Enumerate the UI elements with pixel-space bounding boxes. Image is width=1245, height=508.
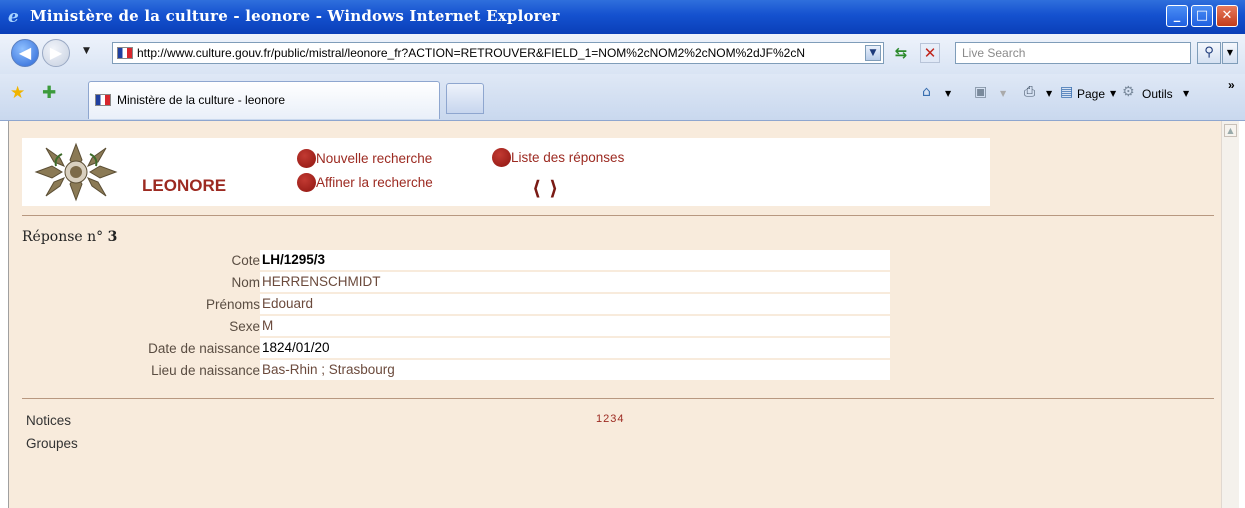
refresh-icon[interactable]: ⇆ (890, 44, 912, 64)
window-title: Ministère de la culture - leonore - Wind… (30, 7, 560, 25)
tab-command-bar: ★ ✚ Ministère de la culture - leonore ⌂ … (0, 74, 1245, 121)
field-row-cote: Cote (9, 250, 260, 271)
pagination: 1234 (596, 413, 625, 425)
field-value-date-naissance: 1824/01/20 (260, 338, 890, 358)
refine-search-link[interactable]: Affiner la recherche (297, 173, 433, 192)
bullet-icon (297, 173, 316, 192)
print-dropdown-icon[interactable]: ▼ (1046, 89, 1052, 98)
tools-gear-icon[interactable]: ⚙ (1122, 84, 1135, 100)
field-row-lieu-naissance: Lieu de naissance (9, 360, 260, 381)
page-icon[interactable]: ▤ (1060, 84, 1073, 100)
tab-flag-icon (95, 94, 111, 106)
tools-menu[interactable]: Outils (1142, 87, 1173, 101)
field-value-prenoms: Edouard (260, 294, 890, 314)
groupes-link[interactable]: Groupes (26, 436, 78, 451)
new-search-link[interactable]: Nouvelle recherche (297, 149, 432, 168)
page-link-4[interactable]: 4 (617, 413, 624, 425)
notices-link[interactable]: Notices (26, 413, 71, 428)
field-value-nom: HERRENSCHMIDT (260, 272, 890, 292)
field-label: Prénoms (205, 297, 260, 312)
field-row-date-naissance: Date de naissance (9, 338, 260, 359)
legion-honneur-logo-icon (34, 142, 118, 202)
scroll-up-icon[interactable]: ▲ (1224, 124, 1237, 137)
divider (22, 398, 1214, 399)
response-heading: Réponse n° 3 (22, 229, 117, 245)
page-dropdown-icon[interactable]: ▼ (1110, 89, 1116, 98)
bullet-icon (492, 148, 511, 167)
field-value-lieu-naissance: Bas-Rhin ; Strasbourg (260, 360, 890, 380)
field-row-prenoms: Prénoms (9, 294, 260, 315)
response-label: Réponse n° (22, 229, 104, 245)
result-list-label[interactable]: Liste des réponses (511, 150, 624, 165)
result-navigation: ⟨⟩ (532, 176, 566, 200)
more-chevron-icon[interactable]: » (1228, 78, 1235, 92)
add-favorite-icon[interactable]: ✚ (42, 83, 56, 103)
field-value-cote: LH/1295/3 (260, 250, 890, 270)
tools-dropdown-icon[interactable]: ▼ (1183, 89, 1189, 98)
bullet-icon (297, 149, 316, 168)
address-toolbar: ◀ ▶ ▼ http://www.culture.gouv.fr/public/… (0, 34, 1245, 74)
field-label: Lieu de naissance (151, 363, 260, 378)
field-label: Sexe (229, 319, 260, 334)
field-row-sexe: Sexe (9, 316, 260, 337)
new-tab-button[interactable] (446, 83, 484, 114)
page-viewport: ▲ LEONORE Nouvelle recherche Affiner la … (8, 121, 1239, 508)
divider (22, 215, 1214, 216)
feeds-icon[interactable]: ▣ (974, 84, 987, 100)
site-title: LEONORE (142, 176, 227, 195)
minimize-button[interactable]: _ (1166, 5, 1188, 27)
refine-search-label[interactable]: Affiner la recherche (316, 175, 433, 190)
stop-icon[interactable]: ✕ (920, 43, 940, 63)
home-dropdown-icon[interactable]: ▼ (945, 89, 951, 98)
window-titlebar: e Ministère de la culture - leonore - Wi… (0, 0, 1245, 35)
page-menu[interactable]: Page (1077, 87, 1105, 101)
browser-tab[interactable]: Ministère de la culture - leonore (88, 81, 440, 119)
field-label: Cote (231, 253, 260, 268)
previous-result-arrow-icon[interactable]: ⟨ (532, 176, 549, 200)
forward-arrow-icon: ▶ (49, 43, 63, 62)
site-header: LEONORE Nouvelle recherche Affiner la re… (22, 138, 990, 206)
print-icon[interactable]: ⎙ (1024, 84, 1035, 100)
field-label: Nom (231, 275, 260, 290)
address-dropdown-icon[interactable]: ▼ (865, 45, 881, 61)
search-icon[interactable]: ⚲ (1197, 42, 1221, 64)
next-result-arrow-icon[interactable]: ⟩ (549, 176, 566, 200)
maximize-button[interactable]: □ (1191, 5, 1213, 27)
feeds-dropdown-icon: ▼ (1000, 89, 1007, 98)
back-arrow-icon: ◀ (18, 43, 32, 62)
vertical-scrollbar[interactable]: ▲ (1221, 121, 1239, 508)
new-search-label[interactable]: Nouvelle recherche (316, 151, 432, 166)
search-options-icon[interactable]: ▼ (1222, 42, 1238, 64)
favorites-star-icon[interactable]: ★ (10, 83, 25, 103)
url-text[interactable]: http://www.culture.gouv.fr/public/mistra… (137, 46, 859, 60)
response-number: 3 (107, 229, 118, 245)
back-button[interactable]: ◀ (11, 39, 39, 67)
forward-button[interactable]: ▶ (42, 39, 70, 67)
close-window-button[interactable]: ✕ (1216, 5, 1238, 27)
field-value-sexe: M (260, 316, 890, 336)
recent-pages-dropdown-icon[interactable]: ▼ (83, 46, 90, 56)
field-label: Date de naissance (148, 341, 260, 356)
result-list-link[interactable]: Liste des réponses (492, 148, 624, 167)
tab-title: Ministère de la culture - leonore (117, 93, 286, 107)
ie-logo-icon: e (8, 7, 19, 27)
field-row-nom: Nom (9, 272, 260, 293)
site-flag-icon (117, 47, 133, 59)
address-bar[interactable]: http://www.culture.gouv.fr/public/mistra… (112, 42, 884, 64)
home-icon[interactable]: ⌂ (922, 84, 931, 100)
search-input[interactable]: Live Search (955, 42, 1191, 64)
